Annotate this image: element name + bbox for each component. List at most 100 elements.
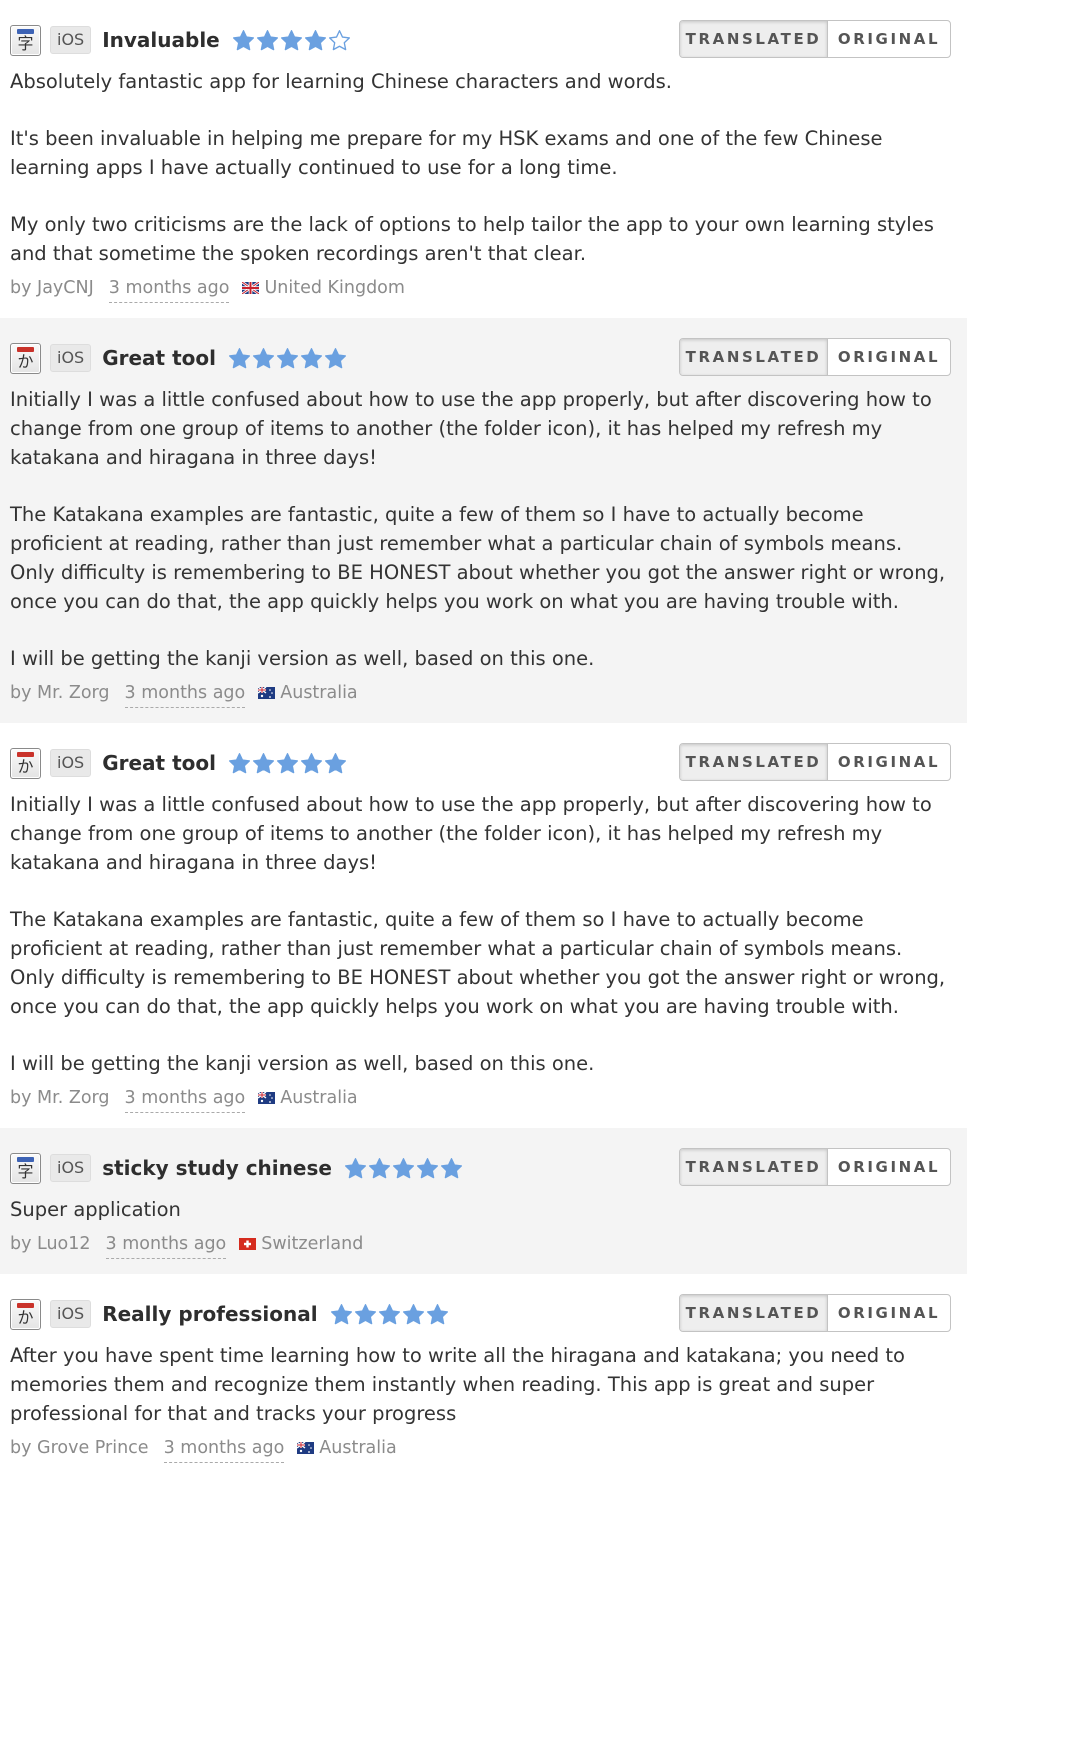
app-icon-glyph: か <box>17 351 34 371</box>
review-card: か iOS Great tool TRANSLATED ORIGINAL Ini… <box>0 318 967 723</box>
app-icon-glyph: か <box>17 756 34 776</box>
translation-toggle: TRANSLATED ORIGINAL <box>679 20 951 58</box>
star-filled-icon <box>252 347 275 368</box>
review-body: After you have spent time learning how t… <box>10 1341 951 1428</box>
review-card: 字 iOS Invaluable TRANSLATED ORIGINAL Abs… <box>0 0 967 318</box>
review-title: Invaluable <box>102 28 220 52</box>
review-title: Great tool <box>102 346 216 370</box>
review-title: Really professional <box>102 1302 318 1326</box>
review-paragraph: I will be getting the kanji version as w… <box>10 1052 595 1075</box>
star-rating <box>232 29 352 52</box>
star-filled-icon <box>276 347 299 368</box>
review-paragraph: Absolutely fantastic app for learning Ch… <box>10 70 672 93</box>
star-filled-icon <box>392 1157 414 1178</box>
review-meta: by Luo12 3 months ago Switzerland <box>10 1232 951 1274</box>
review-meta: by Grove Prince 3 months ago Australia <box>10 1436 951 1478</box>
review-header: か iOS Great tool TRANSLATED ORIGINAL <box>10 338 951 376</box>
review-author: by JayCNJ <box>10 278 94 298</box>
review-paragraph: After you have spent time learning how t… <box>10 1344 905 1425</box>
review-author: by Mr. Zorg <box>10 683 110 703</box>
star-rating <box>228 752 348 775</box>
app-icon: 字 <box>10 24 41 56</box>
app-icon-band <box>17 751 34 757</box>
star-filled-icon <box>416 1157 438 1178</box>
original-button[interactable]: ORIGINAL <box>828 21 950 57</box>
review-date[interactable]: 3 months ago <box>124 1086 246 1113</box>
star-filled-icon <box>344 1157 366 1178</box>
star-filled-icon <box>232 29 254 50</box>
review-paragraph: It's been invaluable in helping me prepa… <box>10 127 883 179</box>
australia-flag-icon <box>258 687 276 699</box>
review-paragraph: Initially I was a little confused about … <box>10 388 932 469</box>
review-date[interactable]: 3 months ago <box>108 276 230 303</box>
platform-badge: iOS <box>50 344 92 372</box>
review-paragraph: I will be getting the kanji version as w… <box>10 647 595 670</box>
app-icon: か <box>10 747 41 779</box>
star-filled-icon <box>440 1157 462 1178</box>
app-icon: か <box>10 1298 41 1330</box>
star-filled-icon <box>300 752 323 773</box>
review-date[interactable]: 3 months ago <box>105 1232 227 1259</box>
review-author: by Grove Prince <box>10 1438 149 1458</box>
star-filled-icon <box>354 1303 376 1324</box>
original-button[interactable]: ORIGINAL <box>828 744 950 780</box>
review-paragraph: Super application <box>10 1198 181 1221</box>
original-button[interactable]: ORIGINAL <box>828 1295 950 1331</box>
star-filled-icon <box>368 1157 390 1178</box>
review-title: Great tool <box>102 751 216 775</box>
review-card: か iOS Great tool TRANSLATED ORIGINAL Ini… <box>0 723 967 1128</box>
star-filled-icon <box>252 752 275 773</box>
app-icon-band <box>17 346 34 352</box>
original-button[interactable]: ORIGINAL <box>828 1149 950 1185</box>
platform-badge: iOS <box>50 1154 92 1182</box>
translated-button[interactable]: TRANSLATED <box>680 744 828 780</box>
translated-button[interactable]: TRANSLATED <box>680 1149 828 1185</box>
review-body: Initially I was a little confused about … <box>10 790 951 1078</box>
review-meta: by Mr. Zorg 3 months ago Australia <box>10 681 951 723</box>
review-card: か iOS Really professional TRANSLATED ORI… <box>0 1274 967 1478</box>
star-filled-icon <box>378 1303 400 1324</box>
review-country: Australia <box>319 1438 397 1458</box>
star-rating <box>228 347 348 370</box>
review-body: Super application <box>10 1195 951 1224</box>
translated-button[interactable]: TRANSLATED <box>680 339 828 375</box>
review-author: by Luo12 <box>10 1234 91 1254</box>
star-rating <box>344 1157 464 1180</box>
switzerland-flag-icon <box>239 1238 257 1250</box>
review-header: 字 iOS sticky study chinese TRANSLATED OR… <box>10 1148 951 1186</box>
review-header: か iOS Great tool TRANSLATED ORIGINAL <box>10 743 951 781</box>
original-button[interactable]: ORIGINAL <box>828 339 950 375</box>
star-filled-icon <box>304 29 326 50</box>
uk-flag-icon <box>242 282 260 294</box>
review-meta: by Mr. Zorg 3 months ago Australia <box>10 1086 951 1128</box>
review-title: sticky study chinese <box>102 1156 332 1180</box>
review-meta: by JayCNJ 3 months ago United Kingdom <box>10 276 951 318</box>
app-icon-band <box>17 28 34 34</box>
translation-toggle: TRANSLATED ORIGINAL <box>679 1294 951 1332</box>
platform-badge: iOS <box>50 749 92 777</box>
app-icon-glyph: 字 <box>17 33 34 53</box>
star-filled-icon <box>324 752 347 773</box>
review-paragraph: Initially I was a little confused about … <box>10 793 932 874</box>
translated-button[interactable]: TRANSLATED <box>680 21 828 57</box>
platform-badge: iOS <box>50 1300 92 1328</box>
star-filled-icon <box>256 29 278 50</box>
review-date[interactable]: 3 months ago <box>163 1436 285 1463</box>
review-country: Switzerland <box>261 1234 364 1254</box>
star-filled-icon <box>280 29 302 50</box>
translated-button[interactable]: TRANSLATED <box>680 1295 828 1331</box>
review-card: 字 iOS sticky study chinese TRANSLATED OR… <box>0 1128 967 1274</box>
review-paragraph: My only two criticisms are the lack of o… <box>10 213 934 265</box>
review-country: United Kingdom <box>264 278 405 298</box>
review-header: か iOS Really professional TRANSLATED ORI… <box>10 1294 951 1332</box>
review-list: 字 iOS Invaluable TRANSLATED ORIGINAL Abs… <box>0 0 967 1755</box>
translation-toggle: TRANSLATED ORIGINAL <box>679 743 951 781</box>
star-empty-icon <box>328 29 350 50</box>
review-date[interactable]: 3 months ago <box>124 681 246 708</box>
review-paragraph: The Katakana examples are fantastic, qui… <box>10 503 946 613</box>
star-rating <box>330 1303 450 1326</box>
star-filled-icon <box>228 752 251 773</box>
app-icon-band <box>17 1302 34 1308</box>
review-author: by Mr. Zorg <box>10 1088 110 1108</box>
review-country: Australia <box>280 1088 358 1108</box>
